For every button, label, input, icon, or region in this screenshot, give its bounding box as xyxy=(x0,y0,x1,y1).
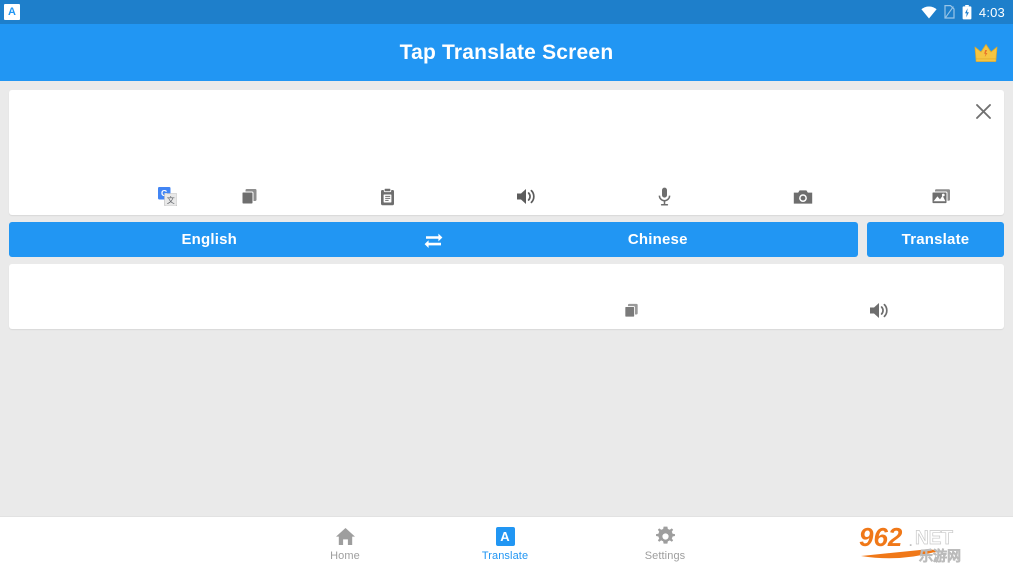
target-language-button[interactable]: Chinese xyxy=(458,231,859,248)
app-bar: Tap Translate Screen xyxy=(0,24,1013,81)
premium-crown-button[interactable] xyxy=(969,36,1003,70)
main-content: G 文 English Chinese Translate xyxy=(0,81,1013,516)
sim-card-icon xyxy=(944,5,955,19)
copy-icon xyxy=(241,189,256,205)
paste-button[interactable] xyxy=(372,184,402,210)
paste-clipboard-icon xyxy=(380,187,394,205)
speak-result-button[interactable] xyxy=(864,298,894,324)
microphone-icon xyxy=(658,187,670,206)
close-icon xyxy=(975,103,991,119)
nav-label-home: Home xyxy=(330,550,360,562)
copy-result-button[interactable] xyxy=(616,298,646,324)
app-notification-icon: A xyxy=(4,4,20,20)
status-bar-left: A xyxy=(4,4,20,20)
translate-icon-wrap: A xyxy=(495,525,515,547)
home-icon-wrap xyxy=(335,525,356,547)
page-title: Tap Translate Screen xyxy=(399,40,614,64)
speak-source-button[interactable] xyxy=(511,184,541,210)
result-toolbar xyxy=(9,292,1004,329)
gallery-image-icon xyxy=(931,189,950,205)
google-translate-icon: G 文 xyxy=(157,187,177,206)
language-selector: English Chinese xyxy=(9,222,858,257)
translate-a-icon: A xyxy=(495,526,515,546)
swap-languages-button[interactable] xyxy=(410,231,458,248)
translate-button[interactable]: Translate xyxy=(867,222,1004,257)
watermark-cn: 乐游网 xyxy=(919,548,961,564)
wifi-icon xyxy=(921,6,937,19)
result-text xyxy=(9,264,1004,292)
google-translate-button[interactable]: G 文 xyxy=(152,184,182,210)
result-text-card xyxy=(9,264,1004,329)
watermark-net: NET xyxy=(915,528,953,549)
camera-icon xyxy=(793,189,813,204)
close-button[interactable] xyxy=(968,96,998,126)
source-text-card: G 文 xyxy=(9,90,1004,215)
svg-text:.: . xyxy=(909,535,912,549)
bottom-navigation-bar: Home A Translate Settings 962 . NET 乐游网 xyxy=(0,516,1013,570)
swap-horizontal-icon xyxy=(424,233,443,248)
copy-icon xyxy=(623,303,638,318)
crown-icon xyxy=(974,43,998,62)
speaker-icon xyxy=(870,303,888,318)
status-bar-right: 4:03 xyxy=(921,4,1005,20)
speaker-icon xyxy=(517,189,535,204)
svg-text:文: 文 xyxy=(166,195,174,205)
source-toolbar: G 文 xyxy=(9,178,1004,215)
nav-label-settings: Settings xyxy=(644,550,686,562)
watermark-962: 962 xyxy=(859,522,903,552)
site-watermark: 962 . NET 乐游网 xyxy=(855,520,1007,564)
status-bar-clock: 4:03 xyxy=(978,4,1005,20)
voice-input-button[interactable] xyxy=(649,184,679,210)
copy-button[interactable] xyxy=(234,184,264,210)
gear-icon xyxy=(655,526,675,544)
battery-charging-icon xyxy=(962,4,972,20)
source-language-button[interactable]: English xyxy=(9,231,410,248)
settings-icon-wrap xyxy=(655,525,676,547)
camera-button[interactable] xyxy=(788,184,818,210)
nav-item-home[interactable]: Home xyxy=(265,525,425,562)
source-text-input[interactable] xyxy=(9,90,1004,178)
nav-label-translate: Translate xyxy=(481,550,529,562)
home-icon xyxy=(335,527,355,545)
gallery-button[interactable] xyxy=(926,184,956,210)
watermark-logo: 962 . NET 乐游网 xyxy=(859,522,961,564)
status-bar: A 4:03 xyxy=(0,0,1013,24)
nav-item-translate[interactable]: A Translate xyxy=(425,525,585,562)
language-bar: English Chinese Translate xyxy=(9,222,1004,257)
nav-item-settings[interactable]: Settings xyxy=(585,525,745,562)
